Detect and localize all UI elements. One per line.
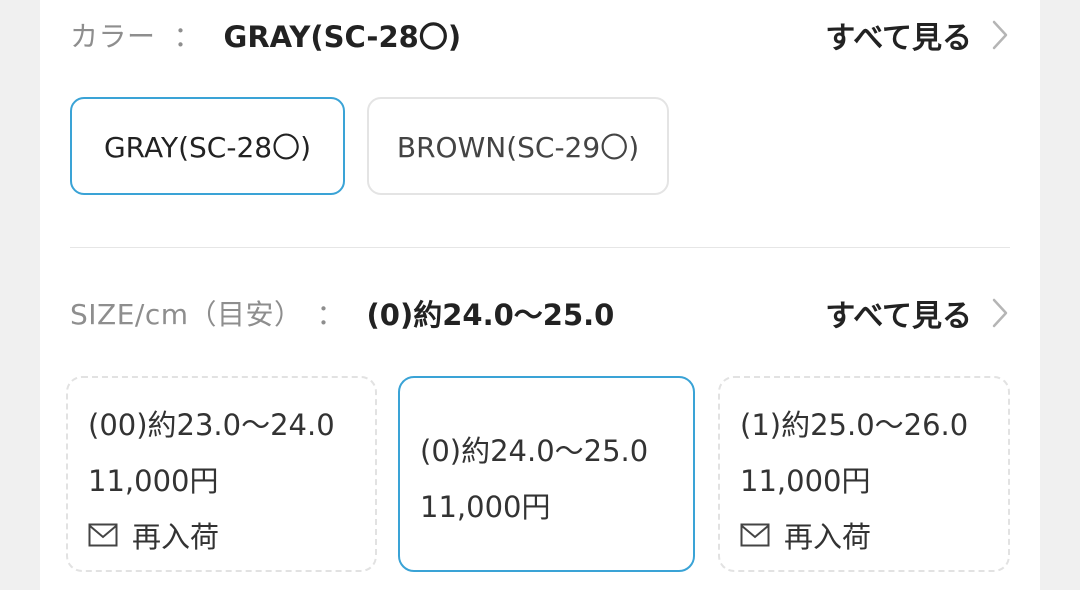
size-selected-value: (0)約24.0〜25.0 — [366, 298, 615, 332]
chevron-right-icon — [992, 20, 1008, 50]
size-option-0[interactable]: (0)約24.0〜25.0 11,000円 — [398, 376, 695, 572]
restock-notify[interactable]: 再入荷 — [88, 514, 219, 556]
restock-label: 再入荷 — [132, 520, 220, 554]
size-colon: ： — [316, 298, 345, 331]
color-option-brown[interactable]: BROWN(SC-29〇) — [367, 97, 669, 195]
size-option-size: (0)約24.0〜25.0 — [420, 434, 649, 468]
section-divider — [70, 247, 1010, 248]
color-selected-value: GRAY(SC-28〇) — [223, 20, 462, 54]
color-option-gray[interactable]: GRAY(SC-28〇) — [70, 97, 345, 195]
mail-icon — [88, 523, 118, 547]
size-option-size: (00)約23.0〜24.0 — [88, 408, 335, 442]
mail-icon — [740, 523, 770, 547]
size-header: SIZE/cm（目安） ： (0)約24.0〜25.0 すべて見る — [70, 290, 1010, 336]
size-see-all-link[interactable]: すべて見る — [825, 291, 1010, 335]
chevron-right-icon — [992, 298, 1008, 328]
color-option-label: GRAY(SC-28〇) — [103, 131, 311, 164]
size-option-price: 11,000円 — [420, 490, 551, 524]
color-colon: ： — [173, 20, 202, 53]
size-see-all-label: すべて見る — [825, 299, 972, 334]
color-label: カラー — [70, 20, 156, 53]
size-option-1[interactable]: (1)約25.0〜26.0 11,000円 再入荷 — [718, 376, 1010, 572]
size-label: SIZE/cm（目安） — [70, 298, 303, 331]
size-option-size: (1)約25.0〜26.0 — [740, 408, 969, 442]
restock-label: 再入荷 — [784, 520, 872, 554]
size-option-price: 11,000円 — [88, 464, 219, 498]
color-see-all-link[interactable]: すべて見る — [825, 13, 1010, 57]
color-see-all-label: すべて見る — [825, 21, 972, 56]
size-option-price: 11,000円 — [740, 464, 871, 498]
color-header: カラー ： GRAY(SC-28〇) すべて見る — [70, 12, 1010, 58]
restock-notify[interactable]: 再入荷 — [740, 514, 871, 556]
size-option-00[interactable]: (00)約23.0〜24.0 11,000円 再入荷 — [66, 376, 377, 572]
product-options-card: カラー ： GRAY(SC-28〇) すべて見る GRAY(SC-28〇) BR… — [40, 0, 1040, 590]
color-option-label: BROWN(SC-29〇) — [396, 131, 640, 164]
